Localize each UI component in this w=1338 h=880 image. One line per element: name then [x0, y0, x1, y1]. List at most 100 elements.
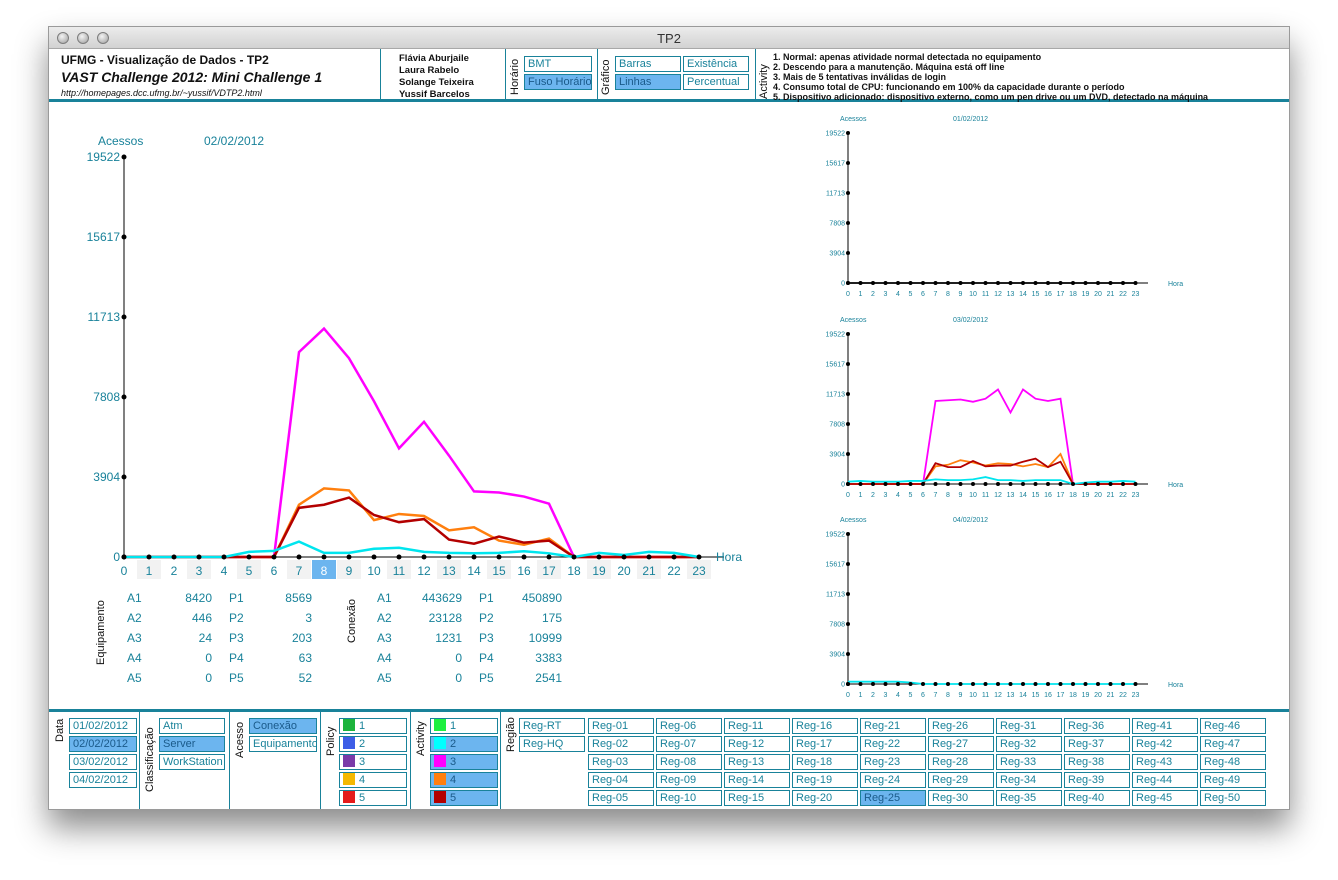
- x-tick-label[interactable]: 23: [1132, 291, 1140, 298]
- x-tick-label[interactable]: 6: [921, 692, 925, 699]
- region-option[interactable]: Reg-34: [996, 772, 1062, 788]
- region-option[interactable]: Reg-13: [724, 754, 790, 770]
- x-tick-label[interactable]: 18: [567, 564, 581, 578]
- region-option[interactable]: Reg-46: [1200, 718, 1266, 734]
- x-tick-label[interactable]: 19: [1082, 291, 1090, 298]
- regiao-extra-option[interactable]: Reg-HQ: [519, 736, 585, 752]
- region-option[interactable]: Reg-31: [996, 718, 1062, 734]
- barras-button[interactable]: Barras: [615, 56, 681, 72]
- region-option[interactable]: Reg-03: [588, 754, 654, 770]
- region-option[interactable]: Reg-35: [996, 790, 1062, 806]
- activity-option[interactable]: 4: [430, 772, 498, 788]
- x-tick-label[interactable]: 22: [1119, 492, 1127, 499]
- x-tick-label[interactable]: 7: [934, 492, 938, 499]
- x-tick-label[interactable]: 16: [1044, 291, 1052, 298]
- x-tick-label[interactable]: 7: [296, 564, 303, 578]
- x-tick-label[interactable]: 0: [846, 291, 850, 298]
- region-option[interactable]: Reg-44: [1132, 772, 1198, 788]
- x-tick-label[interactable]: 19: [1082, 492, 1090, 499]
- x-tick-label[interactable]: 13: [1007, 692, 1015, 699]
- x-tick-label[interactable]: 3: [884, 492, 888, 499]
- policy-option[interactable]: 2: [339, 736, 407, 752]
- x-tick-label[interactable]: 7: [934, 291, 938, 298]
- date-option[interactable]: 03/02/2012: [69, 754, 137, 770]
- x-tick-label[interactable]: 16: [1044, 692, 1052, 699]
- x-tick-label[interactable]: 13: [1007, 291, 1015, 298]
- date-option[interactable]: 01/02/2012: [69, 718, 137, 734]
- classificacao-option[interactable]: Atm: [159, 718, 225, 734]
- x-tick-label[interactable]: 14: [1019, 692, 1027, 699]
- x-tick-label[interactable]: 21: [1107, 291, 1115, 298]
- x-tick-label[interactable]: 18: [1069, 492, 1077, 499]
- x-tick-label[interactable]: 16: [517, 564, 531, 578]
- regiao-extra-option[interactable]: Reg-RT: [519, 718, 585, 734]
- x-tick-label[interactable]: 2: [871, 291, 875, 298]
- fuso-horario-button[interactable]: Fuso Horário: [524, 74, 592, 90]
- x-tick-label[interactable]: 13: [442, 564, 456, 578]
- x-tick-label[interactable]: 0: [846, 492, 850, 499]
- region-option[interactable]: Reg-18: [792, 754, 858, 770]
- x-tick-label[interactable]: 19: [1082, 692, 1090, 699]
- region-option[interactable]: Reg-39: [1064, 772, 1130, 788]
- acesso-option[interactable]: Equipamento: [249, 736, 317, 752]
- classificacao-option[interactable]: Server: [159, 736, 225, 752]
- region-option[interactable]: Reg-24: [860, 772, 926, 788]
- region-option[interactable]: Reg-29: [928, 772, 994, 788]
- x-tick-label[interactable]: 15: [492, 564, 506, 578]
- x-tick-label[interactable]: 10: [969, 291, 977, 298]
- x-tick-label[interactable]: 5: [909, 692, 913, 699]
- x-tick-label[interactable]: 9: [959, 291, 963, 298]
- region-option[interactable]: Reg-25: [860, 790, 926, 806]
- x-tick-label[interactable]: 21: [1107, 692, 1115, 699]
- x-tick-label[interactable]: 14: [1019, 492, 1027, 499]
- x-tick-label[interactable]: 4: [221, 564, 228, 578]
- x-tick-label[interactable]: 15: [1032, 692, 1040, 699]
- region-option[interactable]: Reg-42: [1132, 736, 1198, 752]
- x-tick-label[interactable]: 14: [467, 564, 481, 578]
- region-option[interactable]: Reg-14: [724, 772, 790, 788]
- x-tick-label[interactable]: 15: [1032, 291, 1040, 298]
- activity-option[interactable]: 3: [430, 754, 498, 770]
- policy-option[interactable]: 4: [339, 772, 407, 788]
- region-option[interactable]: Reg-21: [860, 718, 926, 734]
- x-tick-label[interactable]: 6: [921, 492, 925, 499]
- date-option[interactable]: 04/02/2012: [69, 772, 137, 788]
- region-option[interactable]: Reg-12: [724, 736, 790, 752]
- x-tick-label[interactable]: 9: [959, 492, 963, 499]
- existencia-button[interactable]: Existência: [683, 56, 749, 72]
- x-tick-label[interactable]: 10: [969, 492, 977, 499]
- x-tick-label[interactable]: 3: [884, 692, 888, 699]
- x-tick-label[interactable]: 6: [921, 291, 925, 298]
- x-tick-label[interactable]: 2: [871, 492, 875, 499]
- x-tick-label[interactable]: 4: [896, 492, 900, 499]
- region-option[interactable]: Reg-01: [588, 718, 654, 734]
- region-option[interactable]: Reg-40: [1064, 790, 1130, 806]
- region-option[interactable]: Reg-49: [1200, 772, 1266, 788]
- region-option[interactable]: Reg-02: [588, 736, 654, 752]
- policy-option[interactable]: 5: [339, 790, 407, 806]
- region-option[interactable]: Reg-33: [996, 754, 1062, 770]
- x-tick-label[interactable]: 10: [367, 564, 381, 578]
- region-option[interactable]: Reg-37: [1064, 736, 1130, 752]
- x-tick-label[interactable]: 21: [642, 564, 656, 578]
- x-tick-label[interactable]: 8: [946, 291, 950, 298]
- region-option[interactable]: Reg-45: [1132, 790, 1198, 806]
- x-tick-label[interactable]: 1: [859, 492, 863, 499]
- region-option[interactable]: Reg-04: [588, 772, 654, 788]
- region-option[interactable]: Reg-17: [792, 736, 858, 752]
- policy-option[interactable]: 1: [339, 718, 407, 734]
- x-tick-label[interactable]: 17: [1057, 291, 1065, 298]
- x-tick-label[interactable]: 19: [592, 564, 606, 578]
- x-tick-label[interactable]: 12: [994, 692, 1002, 699]
- x-tick-label[interactable]: 5: [909, 492, 913, 499]
- activity-option[interactable]: 1: [430, 718, 498, 734]
- x-tick-label[interactable]: 13: [1007, 492, 1015, 499]
- region-option[interactable]: Reg-23: [860, 754, 926, 770]
- x-tick-label[interactable]: 16: [1044, 492, 1052, 499]
- region-option[interactable]: Reg-30: [928, 790, 994, 806]
- region-option[interactable]: Reg-27: [928, 736, 994, 752]
- x-tick-label[interactable]: 22: [667, 564, 681, 578]
- x-tick-label[interactable]: 20: [1094, 291, 1102, 298]
- x-tick-label[interactable]: 5: [246, 564, 253, 578]
- bmt-button[interactable]: BMT: [524, 56, 592, 72]
